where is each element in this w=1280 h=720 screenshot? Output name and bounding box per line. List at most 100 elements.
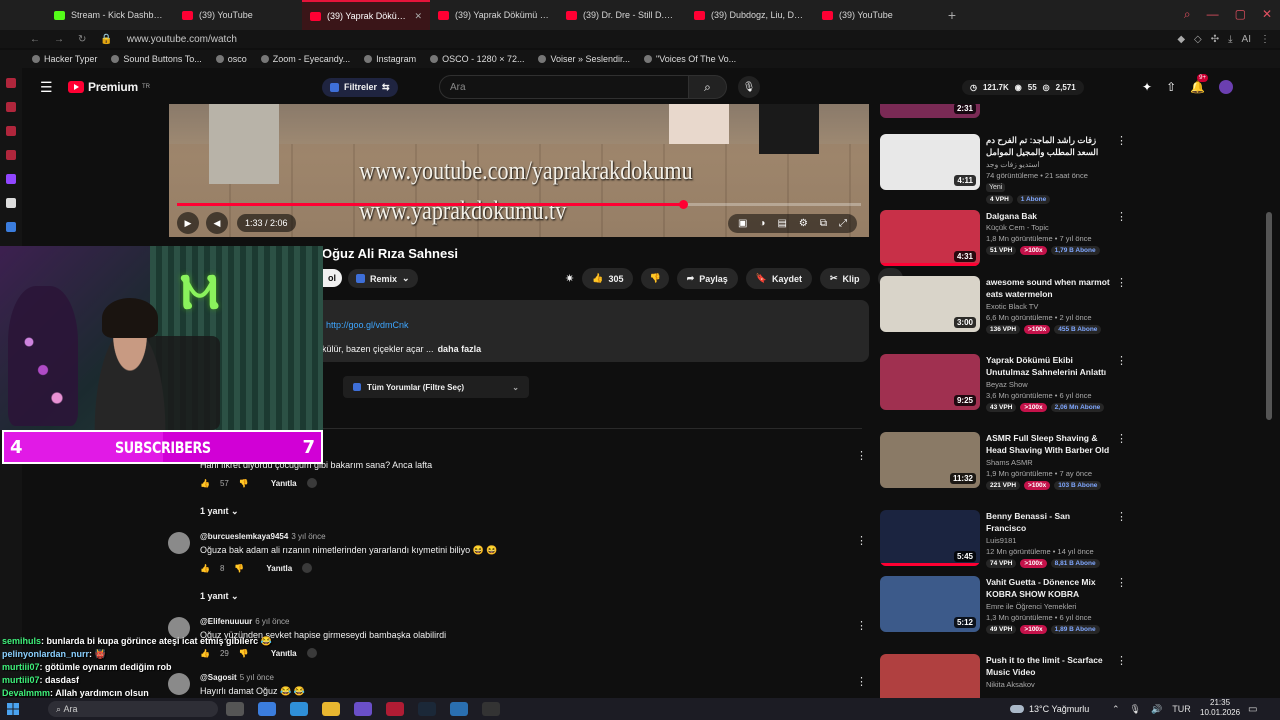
close-window-icon[interactable]: ✕ bbox=[1262, 7, 1272, 22]
related-video[interactable]: 9:25 Yaprak Dökümü Ekibi Unutulmaz Sahnel… bbox=[880, 354, 1128, 418]
video-thumbnail[interactable] bbox=[880, 654, 980, 698]
upload-icon[interactable]: ⇧ bbox=[1166, 80, 1176, 94]
volume-button[interactable]: ◀ bbox=[206, 212, 228, 234]
chevron-up-icon[interactable]: ⌃ bbox=[1112, 704, 1120, 715]
speaker-icon[interactable]: 🔊 bbox=[1151, 704, 1162, 715]
menu-hamburger-icon[interactable]: ☰ bbox=[40, 79, 53, 96]
reload-icon[interactable]: ↻ bbox=[78, 34, 86, 45]
stats-pill[interactable]: ◷ 121.7K ◉ 55 ◎ 2,571 bbox=[962, 79, 1084, 95]
app-icon[interactable] bbox=[450, 702, 468, 716]
notifications-button[interactable]: 🔔 9+ bbox=[1190, 74, 1208, 94]
video-menu-icon[interactable]: ⋮ bbox=[1116, 510, 1127, 523]
related-video[interactable]: 4:11 زفات راشد الماجد: تم الفرح دم السعد … bbox=[880, 134, 1128, 204]
progress-bar[interactable] bbox=[177, 200, 861, 209]
miniplayer-icon[interactable]: ⧉ bbox=[820, 218, 827, 229]
comment-author[interactable]: @Elifenuuuur bbox=[200, 617, 252, 626]
video-title[interactable]: زفات راشد الماجد: تم الفرح دم السعد المط… bbox=[986, 134, 1111, 158]
app-icon[interactable] bbox=[6, 78, 16, 88]
voice-search-button[interactable]: 🎙 bbox=[738, 76, 760, 98]
play-button[interactable]: ▶ bbox=[177, 212, 199, 234]
video-title[interactable]: Vahit Guetta - Dönence Mix KOBRA SHOW KO… bbox=[986, 576, 1111, 600]
subscribe-button[interactable]: ol bbox=[322, 269, 342, 287]
clip-button[interactable]: ✂ Klip bbox=[820, 268, 870, 289]
app-icon[interactable] bbox=[6, 102, 16, 112]
video-thumbnail[interactable]: 5:45 bbox=[880, 510, 980, 566]
related-video[interactable]: 11:32 ASMR Full Sleep Shaving & Head Shav… bbox=[880, 432, 1128, 496]
extension-icon[interactable]: ◇ bbox=[1194, 34, 1202, 45]
app-icon[interactable] bbox=[6, 150, 16, 160]
reply-button[interactable]: Yanıtla bbox=[271, 479, 297, 488]
video-title[interactable]: ASMR Full Sleep Shaving & Head Shaving W… bbox=[986, 432, 1111, 456]
comment-menu-icon[interactable]: ⋮ bbox=[856, 449, 867, 462]
browser-tab[interactable]: (39) YouTube bbox=[814, 0, 942, 30]
notification-center-icon[interactable]: ▭ bbox=[1248, 704, 1257, 715]
reply-button[interactable]: Yanıtla bbox=[266, 564, 292, 573]
search-input[interactable]: Ara bbox=[439, 75, 689, 99]
menu-icon[interactable]: ⋮ bbox=[1260, 34, 1270, 45]
windows-start-icon[interactable] bbox=[7, 703, 19, 715]
weather-widget[interactable]: 13°C Yağmurlu bbox=[1010, 704, 1089, 714]
save-button[interactable]: 🔖 Kaydet bbox=[745, 268, 812, 289]
autoplay-toggle[interactable]: ◑ bbox=[759, 218, 765, 229]
video-menu-icon[interactable]: ⋮ bbox=[1116, 134, 1127, 147]
video-title[interactable]: Yaprak Dökümü Ekibi Unutulmaz Sahnelerin… bbox=[986, 354, 1111, 378]
video-title[interactable]: Benny Benassi - San Francisco bbox=[986, 510, 1111, 534]
channel-name[interactable]: Shams ASMR bbox=[986, 458, 1033, 467]
app-icon[interactable] bbox=[258, 702, 276, 716]
bookmark-item[interactable]: Zoom - Eyecandy... bbox=[260, 54, 350, 64]
clock[interactable]: 21:35 10.01.2026 bbox=[1200, 698, 1240, 718]
browser-tab[interactable]: (39) Dubdogz, Liu, Dubdo bbox=[686, 0, 814, 30]
puzzle-icon[interactable]: ✣ bbox=[1211, 34, 1219, 45]
related-video[interactable]: 5:12 Vahit Guetta - Dönence Mix KOBRA SHO… bbox=[880, 576, 1128, 640]
video-thumbnail[interactable]: 5:12 bbox=[880, 576, 980, 632]
browser-tab[interactable]: (39) YouTube bbox=[174, 0, 302, 30]
url-field[interactable]: www.youtube.com/watch bbox=[127, 34, 237, 45]
close-tab-icon[interactable]: ✕ bbox=[414, 11, 422, 22]
related-video[interactable]: Push it to the limit - Scarface Music Vi… bbox=[880, 654, 1128, 698]
show-more-button[interactable]: daha fazla bbox=[438, 344, 482, 354]
app-icon[interactable] bbox=[6, 222, 16, 232]
settings-gear-icon[interactable]: ⚙ bbox=[799, 218, 808, 229]
thumb-down-icon[interactable]: 👎 bbox=[234, 564, 244, 573]
description-link[interactable]: http://goo.gl/vdmCnk bbox=[326, 320, 409, 330]
channel-name[interactable]: Emre ile Öğrenci Yemekleri bbox=[986, 602, 1076, 611]
back-icon[interactable]: ← bbox=[30, 34, 40, 45]
video-menu-icon[interactable]: ⋮ bbox=[1116, 576, 1127, 589]
show-replies-button[interactable]: 1 yanıt ⌄ bbox=[200, 591, 239, 602]
video-menu-icon[interactable]: ⋮ bbox=[1116, 654, 1127, 667]
video-thumbnail[interactable]: 2:31 bbox=[880, 104, 980, 118]
bookmark-item[interactable]: osco bbox=[215, 54, 247, 64]
browser-tab[interactable]: (39) Yaprak Dökümü 164. ✕ bbox=[302, 0, 430, 30]
sparkle-icon[interactable]: ✷ bbox=[565, 272, 574, 285]
video-thumbnail[interactable]: 4:31 bbox=[880, 210, 980, 266]
browser-tab[interactable]: (39) Dr. Dre - Still D.R.E. ft bbox=[558, 0, 686, 30]
thumb-up-icon[interactable]: 👍 bbox=[200, 479, 210, 488]
task-view-icon[interactable] bbox=[226, 702, 244, 716]
bookmark-item[interactable]: Sound Buttons To... bbox=[111, 54, 202, 64]
fullscreen-icon[interactable]: ⤢ bbox=[839, 218, 847, 229]
channel-name[interactable]: Nikita Aksakov bbox=[986, 680, 1035, 689]
bookmark-item[interactable]: Voiser » Seslendir... bbox=[538, 54, 630, 64]
video-menu-icon[interactable]: ⋮ bbox=[1116, 276, 1127, 289]
language-indicator[interactable]: TUR bbox=[1172, 704, 1191, 715]
channel-name[interactable]: Luis9181 bbox=[986, 536, 1016, 545]
video-thumbnail[interactable]: 9:25 bbox=[880, 354, 980, 410]
thumb-down-icon[interactable]: 👎 bbox=[239, 479, 249, 488]
comment-author[interactable]: @burcueslemkaya9454 bbox=[200, 532, 288, 541]
filters-button[interactable]: Filtreler ⇆ bbox=[322, 77, 398, 97]
edge-icon[interactable] bbox=[290, 702, 308, 716]
avatar[interactable] bbox=[168, 532, 190, 554]
extension-icon[interactable]: ◆ bbox=[1177, 34, 1185, 45]
video-thumbnail[interactable]: 11:32 bbox=[880, 432, 980, 488]
bookmark-item[interactable]: Hacker Typer bbox=[32, 54, 97, 64]
video-thumbnail[interactable]: 4:11 bbox=[880, 134, 980, 190]
channel-name[interactable]: Küçük Cem - Topic bbox=[986, 223, 1049, 232]
browser-tab[interactable]: (39) Yaprak Dökümü — Ba bbox=[430, 0, 558, 30]
video-thumbnail[interactable]: 3:00 bbox=[880, 276, 980, 332]
share-button[interactable]: ➦ Paylaş bbox=[676, 268, 738, 289]
bookmark-item[interactable]: Instagram bbox=[364, 54, 416, 64]
ai-button[interactable]: AI bbox=[1242, 34, 1251, 45]
video-menu-icon[interactable]: ⋮ bbox=[1116, 432, 1127, 445]
taskbar-search[interactable]: ⌕ Ara bbox=[48, 701, 218, 717]
download-icon[interactable]: ⤓ bbox=[1228, 34, 1232, 45]
